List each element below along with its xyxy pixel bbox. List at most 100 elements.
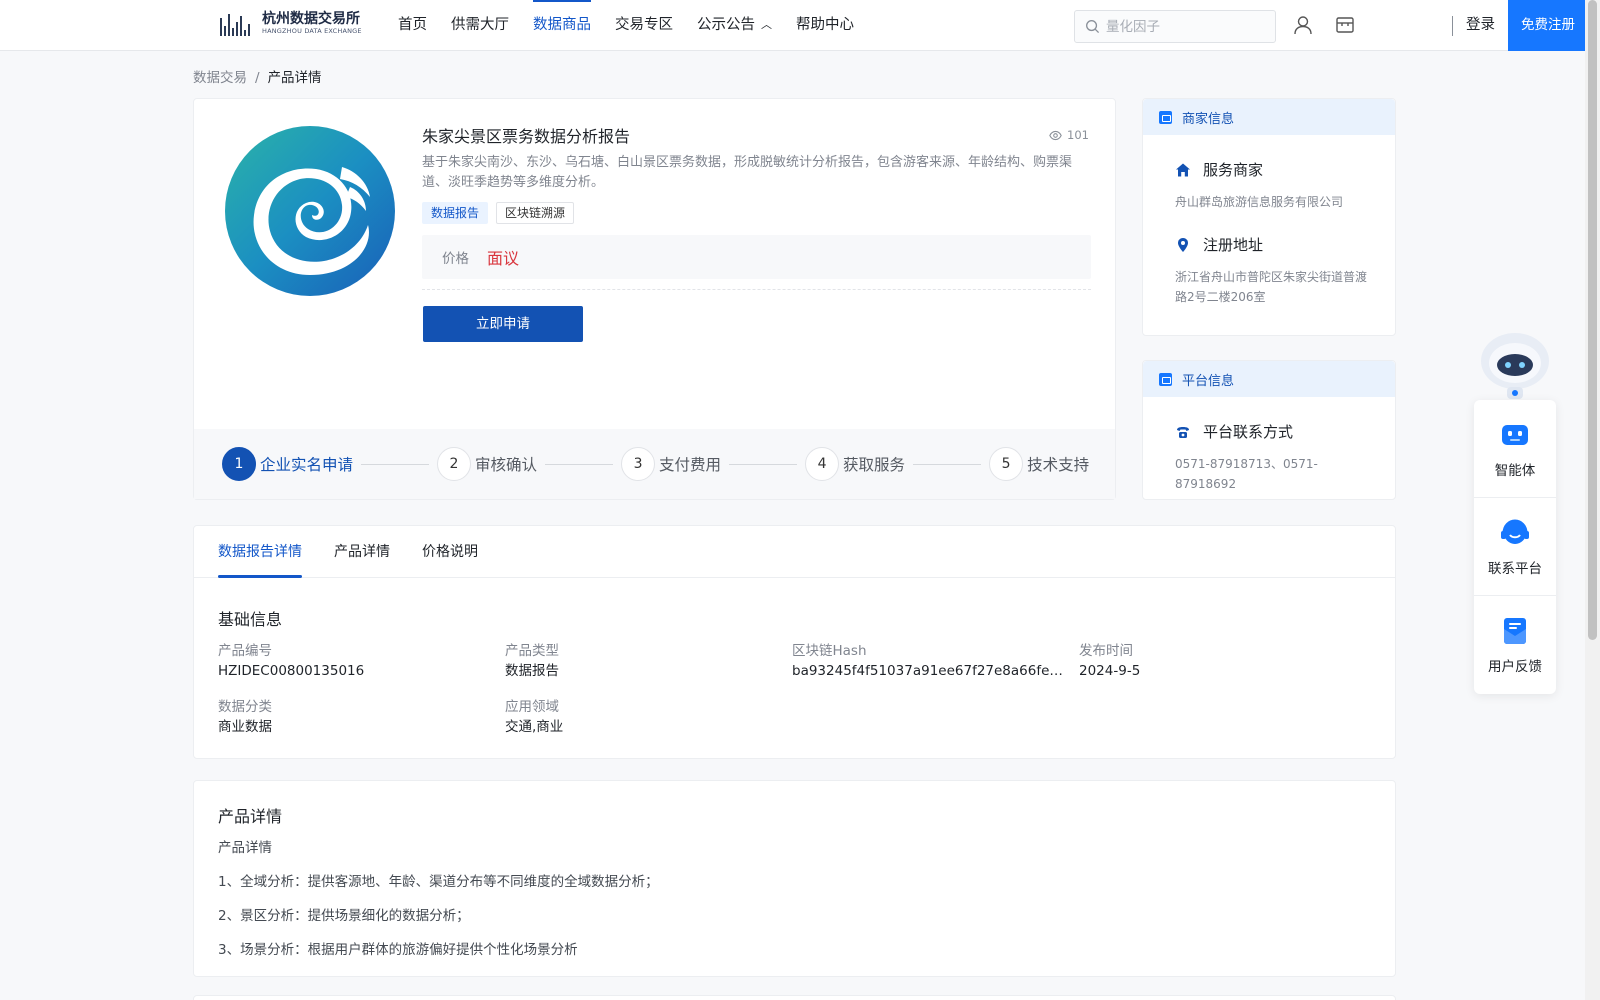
- product-title: 朱家尖景区票务数据分析报告: [422, 127, 631, 146]
- info-value: HZIDEC00800135016: [218, 663, 365, 679]
- contact-platform-button[interactable]: 联系平台: [1474, 498, 1556, 596]
- view-count: 101: [1049, 128, 1089, 142]
- breadcrumb-separator: /: [255, 70, 260, 86]
- top-header: 杭州数据交易所 HANGZHOU DATA EXCHANGE 首页 供需大厅 数…: [0, 0, 1588, 51]
- platform-info-card: 平台信息 平台联系方式 0571-87918713、0571-87918692: [1142, 360, 1396, 500]
- logo-subtitle: HANGZHOU DATA EXCHANGE: [262, 27, 362, 35]
- header-divider: [1452, 16, 1453, 36]
- product-detail-content: 产品详情 1、全域分析：提供客源地、年龄、渠道分布等不同维度的全域数据分析； 2…: [218, 839, 659, 975]
- registered-address-value: 浙江省舟山市普陀区朱家尖街道普渡路2号二楼206室: [1175, 270, 1368, 304]
- step-2: 2 审核确认: [437, 447, 537, 481]
- product-description: 基于朱家尖南沙、东沙、乌石塘、白山景区票务数据，形成脱敏统计分析报告，包含游客来…: [422, 155, 1073, 190]
- tag-data-report: 数据报告: [422, 202, 489, 224]
- process-steps: 1 企业实名申请 2 审核确认 3 支付费用 4 获取服务 5 技术支持: [194, 429, 1115, 499]
- detail-line: 3、场景分析：根据用户群体的旅游偏好提供个性化场景分析: [218, 942, 578, 958]
- tab-report-details[interactable]: 数据报告详情: [218, 526, 302, 578]
- search-input[interactable]: [1106, 18, 1256, 35]
- store-icon[interactable]: [1334, 14, 1356, 36]
- price-box: 价格 面议: [422, 235, 1091, 279]
- detail-tabs-card: 数据报告详情 产品详情 价格说明 基础信息 产品编号 HZIDEC0080013…: [193, 525, 1396, 759]
- service-merchant-value: 舟山群岛旅游信息服务有限公司: [1175, 195, 1344, 209]
- contact-platform-label: 联系平台: [1488, 560, 1542, 577]
- user-feedback-label: 用户反馈: [1488, 659, 1542, 675]
- breadcrumb: 数据交易 / 产品详情: [193, 66, 322, 86]
- step-5: 5 技术支持: [989, 447, 1089, 481]
- card-icon: [1159, 372, 1172, 386]
- page-scrollbar[interactable]: [1585, 0, 1600, 1000]
- step-connector: [729, 463, 798, 465]
- nav-help-center[interactable]: 帮助中心: [784, 0, 866, 51]
- step-3: 3 支付费用: [621, 447, 721, 481]
- nav-supply-demand[interactable]: 供需大厅: [439, 0, 521, 51]
- product-tags: 数据报告 区块链溯源: [422, 202, 575, 224]
- info-label: 数据分类: [218, 699, 272, 715]
- step-connector: [545, 463, 614, 465]
- location-pin-icon: [1178, 237, 1188, 252]
- product-card: 朱家尖景区票务数据分析报告 101 基于朱家尖南沙、东沙、乌石塘、白山景区票务数…: [193, 98, 1116, 500]
- registered-address-title: 注册地址: [1175, 234, 1395, 255]
- info-value: ba93245f4f51037a91ee67f27e8a66fe338…: [792, 663, 1079, 679]
- nav-announcements-label: 公示公告: [697, 17, 755, 33]
- step-label: 审核确认: [475, 456, 538, 474]
- next-card-edge: [193, 995, 1396, 1000]
- info-value: 2024-9-5: [1079, 663, 1141, 679]
- basic-info-title: 基础信息: [218, 610, 283, 629]
- robot-avatar-icon[interactable]: [1474, 325, 1556, 405]
- site-logo[interactable]: 杭州数据交易所 HANGZHOU DATA EXCHANGE: [220, 11, 362, 36]
- price-label: 价格: [442, 251, 469, 267]
- agent-label: 智能体: [1494, 462, 1536, 479]
- platform-info-header: 平台信息: [1143, 361, 1395, 397]
- search-box[interactable]: [1074, 10, 1276, 43]
- info-label: 区块链Hash: [792, 643, 867, 659]
- step-number: 2: [437, 447, 472, 481]
- step-number: 5: [989, 447, 1024, 481]
- card-icon: [1159, 110, 1172, 124]
- info-label: 应用领域: [505, 699, 559, 715]
- nav-data-products[interactable]: 数据商品: [521, 0, 603, 51]
- platform-info-title: 平台信息: [1182, 373, 1235, 389]
- step-number: 4: [805, 447, 840, 481]
- info-label: 产品编号: [218, 643, 272, 659]
- nav-home[interactable]: 首页: [386, 0, 439, 51]
- info-field-data-category: 数据分类 商业数据: [218, 698, 505, 738]
- detail-line: 产品详情: [218, 840, 272, 856]
- user-icon[interactable]: [1292, 14, 1314, 36]
- price-value: 面议: [487, 249, 520, 268]
- info-field-product-id: 产品编号 HZIDEC00800135016: [218, 642, 505, 682]
- info-value: 交通,商业: [505, 719, 564, 735]
- login-link[interactable]: 登录: [1466, 0, 1495, 51]
- registered-address-label: 注册地址: [1203, 236, 1264, 254]
- nav-announcements[interactable]: 公示公告 ︿: [685, 0, 784, 51]
- apply-now-button[interactable]: 立即申请: [423, 306, 583, 342]
- info-field-publish-time: 发布时间 2024-9-5: [1079, 642, 1366, 682]
- product-logo-image: [225, 126, 395, 296]
- platform-contact-value: 0571-87918713、0571-87918692: [1175, 457, 1318, 491]
- step-4: 4 获取服务: [805, 447, 905, 481]
- chevron-up-icon: ︿: [761, 18, 772, 31]
- step-label: 技术支持: [1027, 456, 1090, 474]
- platform-contact-label: 平台联系方式: [1203, 423, 1294, 441]
- platform-contact-title: 平台联系方式: [1175, 421, 1395, 442]
- home-icon: [1176, 163, 1190, 176]
- register-button[interactable]: 免费注册: [1508, 0, 1588, 51]
- logo-title: 杭州数据交易所: [262, 11, 360, 27]
- basic-info-grid: 产品编号 HZIDEC00800135016 产品类型 数据报告 区块链Hash…: [218, 642, 1368, 738]
- step-label: 支付费用: [659, 456, 722, 474]
- product-detail-card: 产品详情 产品详情 1、全域分析：提供客源地、年龄、渠道分布等不同维度的全域数据…: [193, 780, 1396, 977]
- headset-icon: [1501, 518, 1529, 544]
- tab-product-details[interactable]: 产品详情: [334, 526, 390, 577]
- feedback-icon: [1504, 618, 1526, 644]
- step-1: 1 企业实名申请: [222, 447, 353, 481]
- scrollbar-thumb[interactable]: [1588, 0, 1597, 640]
- agent-button[interactable]: 智能体: [1474, 400, 1556, 498]
- nav-trading-zone[interactable]: 交易专区: [603, 0, 685, 51]
- phone-icon: [1177, 426, 1189, 438]
- dashed-divider: [422, 289, 1091, 290]
- step-number: 1: [222, 447, 256, 481]
- user-feedback-button[interactable]: 用户反馈: [1474, 596, 1556, 694]
- logo-mark-icon: [220, 12, 256, 36]
- merchant-info-title: 商家信息: [1182, 111, 1235, 127]
- info-field-application-field: 应用领域 交通,商业: [505, 698, 792, 738]
- breadcrumb-parent[interactable]: 数据交易: [193, 70, 247, 86]
- tab-price-description[interactable]: 价格说明: [422, 526, 478, 577]
